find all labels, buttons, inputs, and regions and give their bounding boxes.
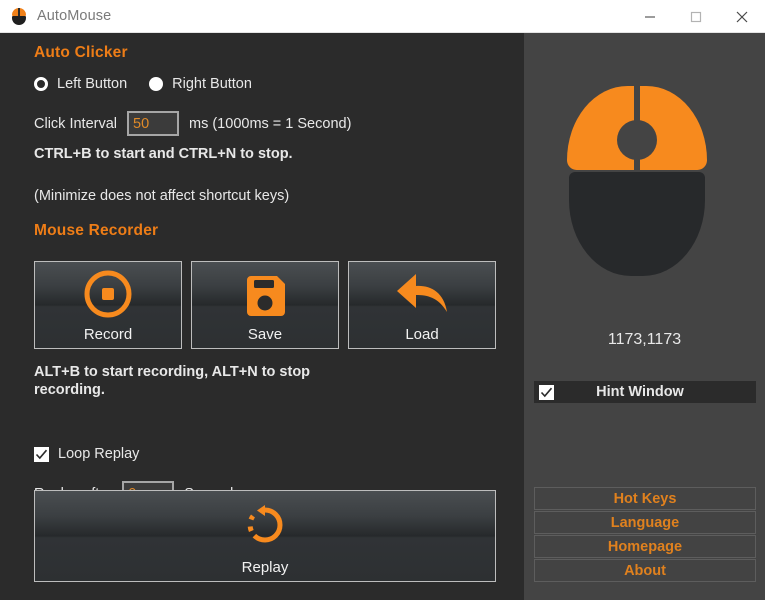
loop-replay-checkbox[interactable] bbox=[34, 446, 49, 462]
auto-clicker-heading: Auto Clicker bbox=[34, 44, 128, 61]
titlebar: AutoMouse bbox=[0, 0, 765, 33]
record-button[interactable]: Record bbox=[34, 261, 182, 349]
floppy-disk-icon bbox=[192, 262, 338, 326]
click-interval-input[interactable] bbox=[127, 111, 179, 136]
checkmark-icon bbox=[540, 387, 553, 397]
language-button[interactable]: Language bbox=[534, 511, 756, 534]
minimize-button[interactable] bbox=[627, 0, 673, 33]
load-button[interactable]: Load bbox=[348, 261, 496, 349]
hot-keys-button[interactable]: Hot Keys bbox=[534, 487, 756, 510]
replay-button[interactable]: Replay bbox=[34, 490, 496, 582]
window-controls bbox=[627, 0, 765, 33]
radio-left-button-label: Left Button bbox=[57, 76, 128, 92]
auto-clicker-shortcut-note: CTRL+B to start and CTRL+N to stop. bbox=[34, 146, 293, 162]
cursor-coordinates: 1173,1173 bbox=[607, 331, 682, 348]
replay-rotate-icon bbox=[35, 491, 495, 559]
mouse-graphic bbox=[567, 86, 707, 276]
loop-replay-label: Loop Replay bbox=[58, 446, 140, 462]
maximize-button[interactable] bbox=[673, 0, 719, 33]
main-panel: Auto Clicker Left Button Right Button Cl… bbox=[0, 33, 524, 600]
save-button-label: Save bbox=[247, 326, 283, 343]
automouse-window: AutoMouse Auto Clicker Left Button Right… bbox=[0, 0, 765, 600]
app-mouse-icon bbox=[10, 7, 28, 25]
curved-back-arrow-icon bbox=[349, 262, 495, 326]
recorder-shortcut-note: ALT+B to start recording, ALT+N to stop … bbox=[34, 364, 311, 399]
hint-window-row[interactable]: Hint Window bbox=[534, 381, 756, 403]
minimize-note: (Minimize does not affect shortcut keys) bbox=[34, 188, 290, 204]
save-button[interactable]: Save bbox=[191, 261, 339, 349]
homepage-button[interactable]: Homepage bbox=[534, 535, 756, 558]
checkmark-icon bbox=[35, 449, 48, 459]
click-interval-label: Click Interval bbox=[34, 115, 117, 132]
radio-left-button[interactable] bbox=[34, 77, 48, 91]
hint-window-checkbox[interactable] bbox=[539, 384, 554, 400]
side-panel: 1173,1173 Hint Window Hot Keys Language … bbox=[524, 33, 765, 600]
mouse-button-radio-group: Left Button Right Button bbox=[34, 76, 252, 92]
hint-window-label: Hint Window bbox=[596, 384, 684, 400]
record-circle-icon bbox=[35, 262, 181, 326]
about-button[interactable]: About bbox=[534, 559, 756, 582]
window-title: AutoMouse bbox=[37, 8, 112, 24]
mouse-recorder-heading: Mouse Recorder bbox=[34, 222, 159, 239]
loop-replay-row[interactable]: Loop Replay bbox=[34, 446, 139, 462]
radio-right-button[interactable] bbox=[149, 77, 164, 91]
click-interval-units: ms (1000ms = 1 Second) bbox=[189, 115, 352, 132]
click-interval-row: Click Interval ms (1000ms = 1 Second) bbox=[34, 111, 351, 136]
replay-button-label: Replay bbox=[241, 559, 289, 576]
radio-right-button-label: Right Button bbox=[172, 76, 252, 92]
record-button-label: Record bbox=[83, 326, 133, 343]
close-button[interactable] bbox=[719, 0, 765, 33]
load-button-label: Load bbox=[405, 326, 439, 343]
